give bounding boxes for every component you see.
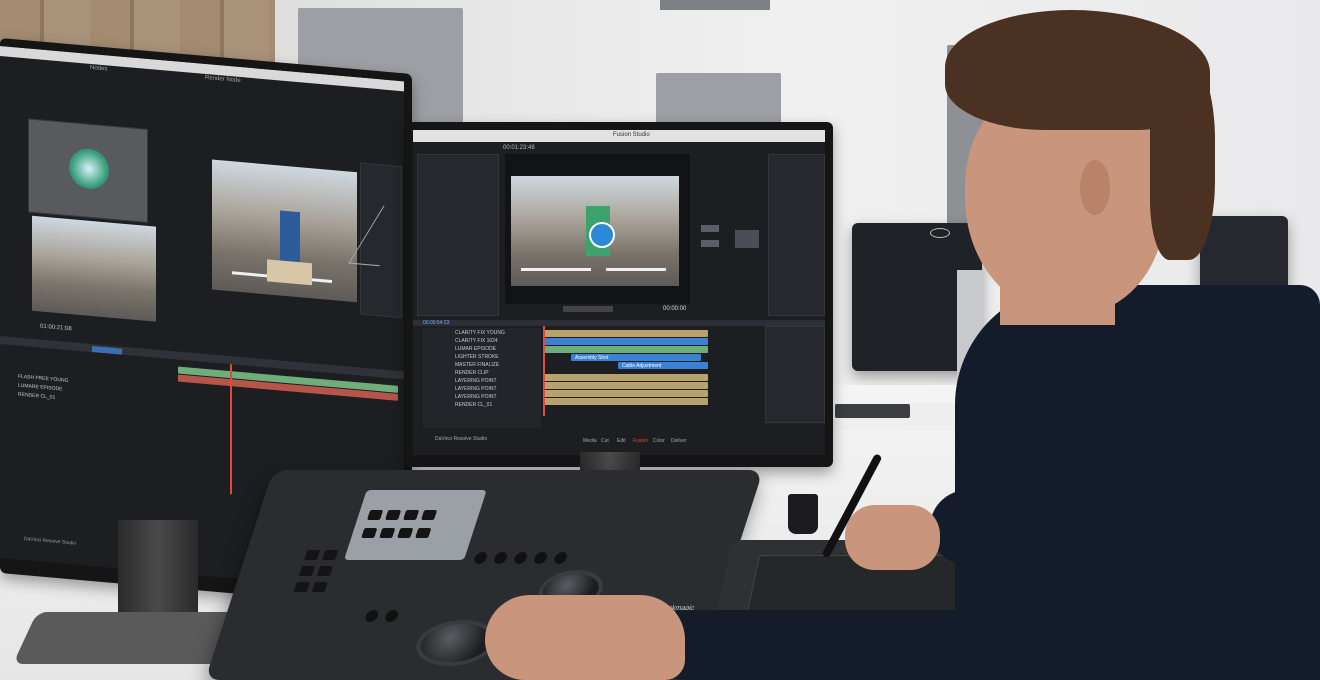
page-tab[interactable]: Fusion bbox=[633, 438, 648, 444]
clip-label: Cable Adjustment bbox=[622, 363, 662, 369]
person-torso bbox=[955, 285, 1320, 680]
track-label: RENDER CL_01 bbox=[18, 391, 56, 401]
person-right-hand bbox=[845, 505, 940, 570]
panel-knob[interactable] bbox=[492, 552, 509, 564]
person-left-arm bbox=[650, 610, 970, 680]
timecode-top: 00:01:23:48 bbox=[503, 145, 535, 151]
track-label: LIGHTER STROKE bbox=[455, 354, 499, 360]
timecode: 01:00:21:08 bbox=[40, 323, 72, 333]
footer-label: DaVinci Resolve Studio bbox=[435, 436, 488, 442]
track-label: CLARITY FIX 1024 bbox=[455, 338, 498, 344]
panel-knob[interactable] bbox=[383, 610, 400, 622]
page-tab[interactable]: Deliver bbox=[671, 438, 687, 444]
page-tab[interactable]: Edit bbox=[617, 438, 626, 444]
panel-knob[interactable] bbox=[363, 610, 380, 622]
clip[interactable] bbox=[543, 346, 708, 353]
media-pool[interactable] bbox=[417, 154, 499, 316]
transport-controls[interactable] bbox=[563, 306, 613, 312]
track-label: RENDER CL_01 bbox=[455, 402, 493, 408]
clip-label: Assembly Shot bbox=[575, 355, 609, 361]
panel-knob[interactable] bbox=[472, 552, 489, 564]
track-label: LAYERING POINT bbox=[455, 394, 497, 400]
center-screen: Fusion Studio 00:01:23:48 00:00:00 00:00… bbox=[413, 130, 825, 455]
node[interactable] bbox=[735, 230, 759, 248]
timeline-ruler bbox=[413, 320, 825, 326]
panel-knob[interactable] bbox=[512, 552, 529, 564]
numpad-key[interactable] bbox=[293, 582, 310, 592]
node-preview bbox=[28, 118, 148, 223]
program-viewer bbox=[212, 159, 357, 303]
node[interactable] bbox=[701, 225, 719, 232]
page-tab[interactable]: Cut bbox=[601, 438, 609, 444]
person-right-arm bbox=[930, 490, 1040, 565]
clip[interactable] bbox=[543, 374, 708, 381]
track-label: LAYERING POINT bbox=[455, 386, 497, 392]
person-ear bbox=[1080, 160, 1110, 215]
curves-panel[interactable] bbox=[348, 162, 404, 319]
menu-tab[interactable]: Nodes bbox=[90, 65, 107, 73]
cup bbox=[788, 494, 818, 534]
numpad-key[interactable] bbox=[311, 582, 328, 592]
track-label: LAYERING POINT bbox=[455, 378, 497, 384]
ceiling-light bbox=[660, 0, 770, 10]
panel-knob[interactable] bbox=[552, 552, 569, 564]
clip[interactable]: Cable Adjustment bbox=[618, 362, 708, 369]
track-label: MASTER FINALIZE bbox=[455, 362, 500, 368]
clip[interactable] bbox=[543, 382, 708, 389]
clip[interactable] bbox=[543, 390, 708, 397]
center-monitor: Fusion Studio 00:01:23:48 00:00:00 00:00… bbox=[405, 122, 833, 467]
app-title: Fusion Studio bbox=[613, 132, 650, 138]
left-monitor-stand bbox=[118, 520, 198, 620]
playhead[interactable] bbox=[543, 326, 545, 416]
properties-panel[interactable] bbox=[765, 326, 825, 423]
panel-display bbox=[343, 490, 487, 560]
clip[interactable]: Assembly Shot bbox=[571, 354, 701, 361]
numpad-key[interactable] bbox=[298, 566, 316, 576]
numpad-key[interactable] bbox=[303, 550, 321, 560]
timeline-timecode: 00:00:54:23 bbox=[423, 320, 450, 326]
center-titlebar: Fusion Studio bbox=[413, 130, 825, 142]
numpad-key[interactable] bbox=[321, 550, 339, 560]
page-tabs: Media Cut Edit Fusion Color Deliver bbox=[583, 436, 693, 446]
pedestal bbox=[267, 259, 312, 286]
clip[interactable] bbox=[543, 330, 708, 337]
clip[interactable] bbox=[543, 398, 708, 405]
clip[interactable] bbox=[543, 338, 708, 345]
node[interactable] bbox=[701, 240, 719, 247]
status-bar: DaVinci Resolve Studio bbox=[24, 536, 77, 547]
orb-preview bbox=[69, 147, 109, 191]
page-tab[interactable]: Color bbox=[653, 438, 665, 444]
page-tab[interactable]: Media bbox=[583, 438, 597, 444]
crosswalk bbox=[521, 268, 591, 271]
active-tab[interactable] bbox=[92, 346, 122, 355]
monitor-logo bbox=[930, 228, 950, 238]
fusion-viewer bbox=[511, 176, 679, 286]
track-label: LUMARE EPISODE bbox=[18, 382, 63, 393]
person-hair bbox=[1150, 60, 1215, 260]
keyboard bbox=[835, 404, 910, 418]
playhead[interactable] bbox=[230, 364, 232, 495]
blue-sphere bbox=[589, 222, 615, 248]
source-viewer bbox=[32, 215, 156, 322]
crosswalk bbox=[606, 268, 666, 271]
numpad-key[interactable] bbox=[316, 566, 334, 576]
inspector-panel[interactable] bbox=[768, 154, 825, 316]
track-header-column: CLARITY FIX YOUNG CLARITY FIX 1024 LUMAR… bbox=[423, 328, 541, 428]
3d-object bbox=[280, 210, 300, 268]
person-left-hand bbox=[485, 595, 685, 680]
track-label: RENDER CLIP bbox=[455, 370, 489, 376]
track-label: LUMAR EPISODE bbox=[455, 346, 497, 352]
transport-timecode: 00:00:00 bbox=[663, 306, 687, 312]
panel-knob[interactable] bbox=[532, 552, 549, 564]
track-label: CLARITY FIX YOUNG bbox=[455, 330, 505, 336]
viewer-frame bbox=[505, 154, 690, 304]
